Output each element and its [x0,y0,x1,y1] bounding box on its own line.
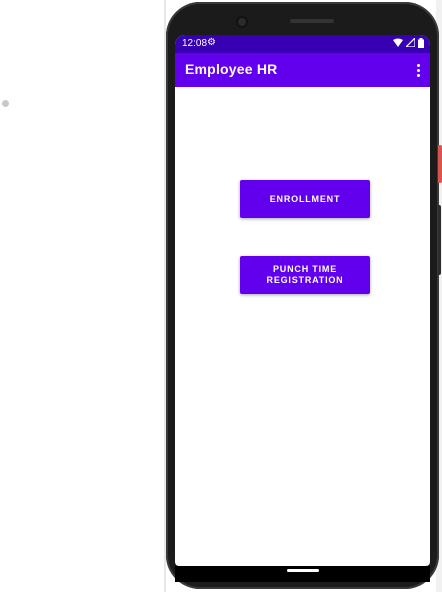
punch-time-registration-button[interactable]: PUNCH TIME REGISTRATION [240,256,370,294]
battery-icon [418,37,424,51]
status-icons [393,36,424,51]
punch-time-button-label: PUNCH TIME REGISTRATION [267,264,344,286]
status-time: 12:08 [182,38,208,49]
status-bar: 12:08 ⚙ [175,35,430,53]
power-button[interactable] [438,145,442,183]
punch-time-label-line2: REGISTRATION [266,275,344,285]
app-bar: Employee HR [175,53,430,87]
punch-time-label-line1: PUNCH TIME [273,264,337,274]
app-title: Employee HR [185,61,278,77]
earpiece-speaker [290,19,334,23]
more-vert-icon[interactable] [412,61,424,79]
enrollment-button[interactable]: ENROLLMENT [240,180,370,218]
signal-icon [404,36,416,50]
wifi-icon [393,38,403,50]
enrollment-button-label: ENROLLMENT [269,193,341,204]
navigation-bar [175,566,430,582]
volume-button[interactable] [438,205,441,275]
front-camera [236,16,248,28]
emulator-window: 12:08 ⚙ Employee HR ENROLLMENT PUNCH TIM… [0,0,442,592]
home-gesture-handle[interactable] [287,569,319,572]
emulator-handle-dot [2,100,9,107]
gear-icon: ⚙ [207,37,216,48]
phone-screen: 12:08 ⚙ Employee HR ENROLLMENT PUNCH TIM… [175,35,430,566]
